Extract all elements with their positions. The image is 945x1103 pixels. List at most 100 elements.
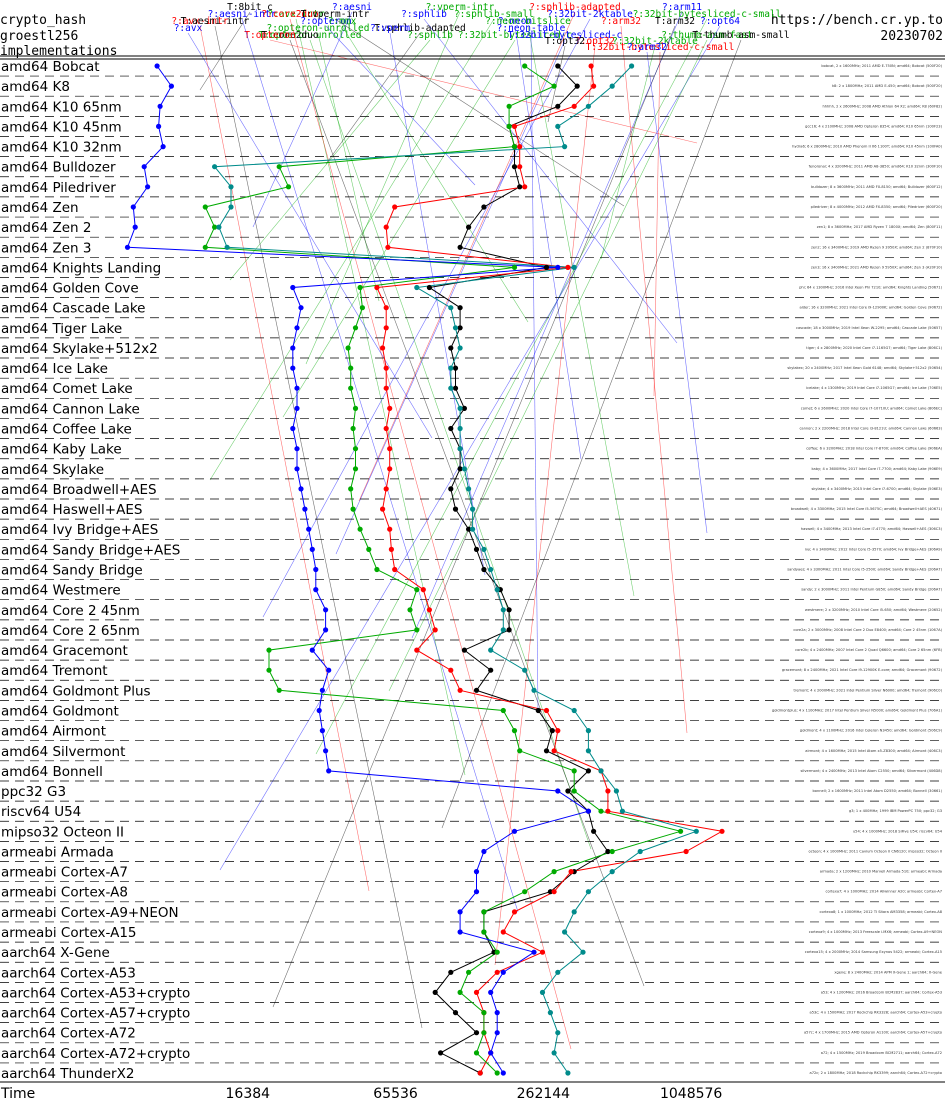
data-point <box>506 123 512 129</box>
row-label: amd64 K10 32nm <box>1 140 122 156</box>
data-point <box>637 848 643 855</box>
data-point <box>551 1050 557 1056</box>
data-point <box>154 63 160 69</box>
data-point <box>452 1010 459 1016</box>
data-point <box>488 667 494 673</box>
data-point <box>470 506 476 512</box>
data-point <box>522 63 528 69</box>
data-point <box>473 1030 480 1036</box>
data-point <box>348 365 354 371</box>
row-label: armeabi Cortex-A9+NEON <box>1 905 179 921</box>
row-label: amd64 K10 65nm <box>1 99 122 115</box>
data-point <box>481 1010 487 1016</box>
data-point <box>316 707 322 714</box>
data-point <box>352 446 359 452</box>
data-point <box>580 949 586 955</box>
data-point <box>629 63 635 69</box>
data-point <box>517 184 523 190</box>
row-label: amd64 Kaby Lake <box>1 442 122 458</box>
machine-description: armada; 2 x 1200MHz; 2010 Marvell Armada… <box>820 870 942 874</box>
data-point <box>571 909 577 915</box>
machine-description: fenoronal; 4 x 3200MHz; 2011 AMD A8-3850… <box>809 165 943 169</box>
data-point <box>326 667 332 673</box>
data-point <box>350 506 356 512</box>
machine-description: u54; 4 x 1000MHz; 2018 SiFive U54; riscv… <box>853 829 943 833</box>
row-label: amd64 Tiger Lake <box>1 321 122 337</box>
data-point <box>562 144 568 150</box>
data-point <box>448 425 454 432</box>
data-point <box>511 123 518 129</box>
machine-description: core2b; 4 x 2400MHz; 2007 Intel Core 2 Q… <box>795 648 942 652</box>
legend-leader <box>325 32 421 165</box>
data-point <box>276 164 282 170</box>
legend-label: T:thumb-asm-small <box>692 30 789 41</box>
machine-description: ivy; 4 x 3400MHz; 2012 Intel Core i5-357… <box>805 547 943 551</box>
legend-leader <box>209 18 495 481</box>
data-point <box>387 466 393 472</box>
data-point <box>609 869 615 875</box>
data-point <box>562 929 568 935</box>
data-point <box>345 345 351 351</box>
machine-description: xgene; 8 x 2400MHz; 2014 APM X-Gene 1; a… <box>834 970 942 974</box>
data-point <box>609 83 615 89</box>
x-tick-label: 16384 <box>226 1086 271 1102</box>
data-point <box>481 848 487 855</box>
primitive-name: crypto_hash <box>0 13 86 28</box>
data-point <box>506 627 512 633</box>
data-point <box>298 305 304 311</box>
data-point <box>266 667 272 673</box>
data-point <box>457 325 463 331</box>
data-point <box>457 425 463 432</box>
data-point <box>414 587 420 593</box>
data-point <box>383 425 389 432</box>
row-label: armeabi Armada <box>1 844 114 860</box>
data-point <box>457 687 463 693</box>
data-point <box>145 184 151 190</box>
machine-description: goldmontplus; 4 x 1100MHz; 2017 Intel Pe… <box>772 708 943 712</box>
data-point <box>574 83 580 89</box>
data-point <box>407 607 413 613</box>
machine-description: a57c; 4 x 1700MHz; 2015 AMD Opteron A110… <box>804 1031 942 1035</box>
data-point <box>448 486 454 492</box>
row-label: amd64 Airmont <box>1 724 106 740</box>
data-point <box>294 446 300 452</box>
data-point <box>522 184 528 190</box>
data-point <box>619 808 626 814</box>
data-point <box>551 889 557 895</box>
data-point <box>511 728 518 734</box>
data-point <box>466 224 472 230</box>
machine-description: alder; 16 x 3200MHz; 2021 Intel Core i9-… <box>800 306 943 310</box>
row-label: amd64 Goldmont Plus <box>1 683 151 699</box>
data-point <box>494 1070 500 1076</box>
data-point <box>517 144 523 150</box>
source-url[interactable]: https://bench.cr.yp.to <box>771 13 943 28</box>
row-label: aarch64 Cortex-A53 <box>1 965 136 981</box>
data-point <box>387 405 393 411</box>
legend-label: ?:vperm <box>370 23 410 34</box>
data-point <box>202 204 208 210</box>
data-point <box>598 768 604 774</box>
row-label: amd64 Coffee Lake <box>1 422 132 438</box>
row-label: ppc32 G3 <box>1 784 66 800</box>
x-axis-label: Time <box>0 1086 35 1102</box>
row-label: amd64 Sandy Bridge <box>1 563 143 579</box>
data-point <box>481 929 487 935</box>
data-point <box>387 446 393 452</box>
data-point <box>555 728 561 734</box>
data-point <box>494 1010 500 1016</box>
row-label: amd64 Cannon Lake <box>1 401 140 417</box>
machine-description: core2a; 2 x 3000MHz; 2008 Intel Core 2 D… <box>793 628 942 632</box>
data-point <box>224 244 230 250</box>
data-point <box>276 687 282 693</box>
row-label: armeabi Cortex-A8 <box>1 885 128 901</box>
data-point <box>452 385 459 391</box>
data-point <box>568 869 574 875</box>
row-label: amd64 Ivy Bridge+AES <box>1 522 158 538</box>
data-point <box>591 83 597 89</box>
data-point <box>216 224 222 230</box>
data-point <box>448 667 454 673</box>
machine-description: hydra6; 6 x 2800MHz; 2010 AMD Phenom II … <box>792 145 942 149</box>
data-point <box>511 164 518 170</box>
machine-description: zen3; 16 x 3400MHz; 2021 AMD Ryzen 9 595… <box>811 265 943 269</box>
x-tick-label: 1048576 <box>660 1086 722 1102</box>
